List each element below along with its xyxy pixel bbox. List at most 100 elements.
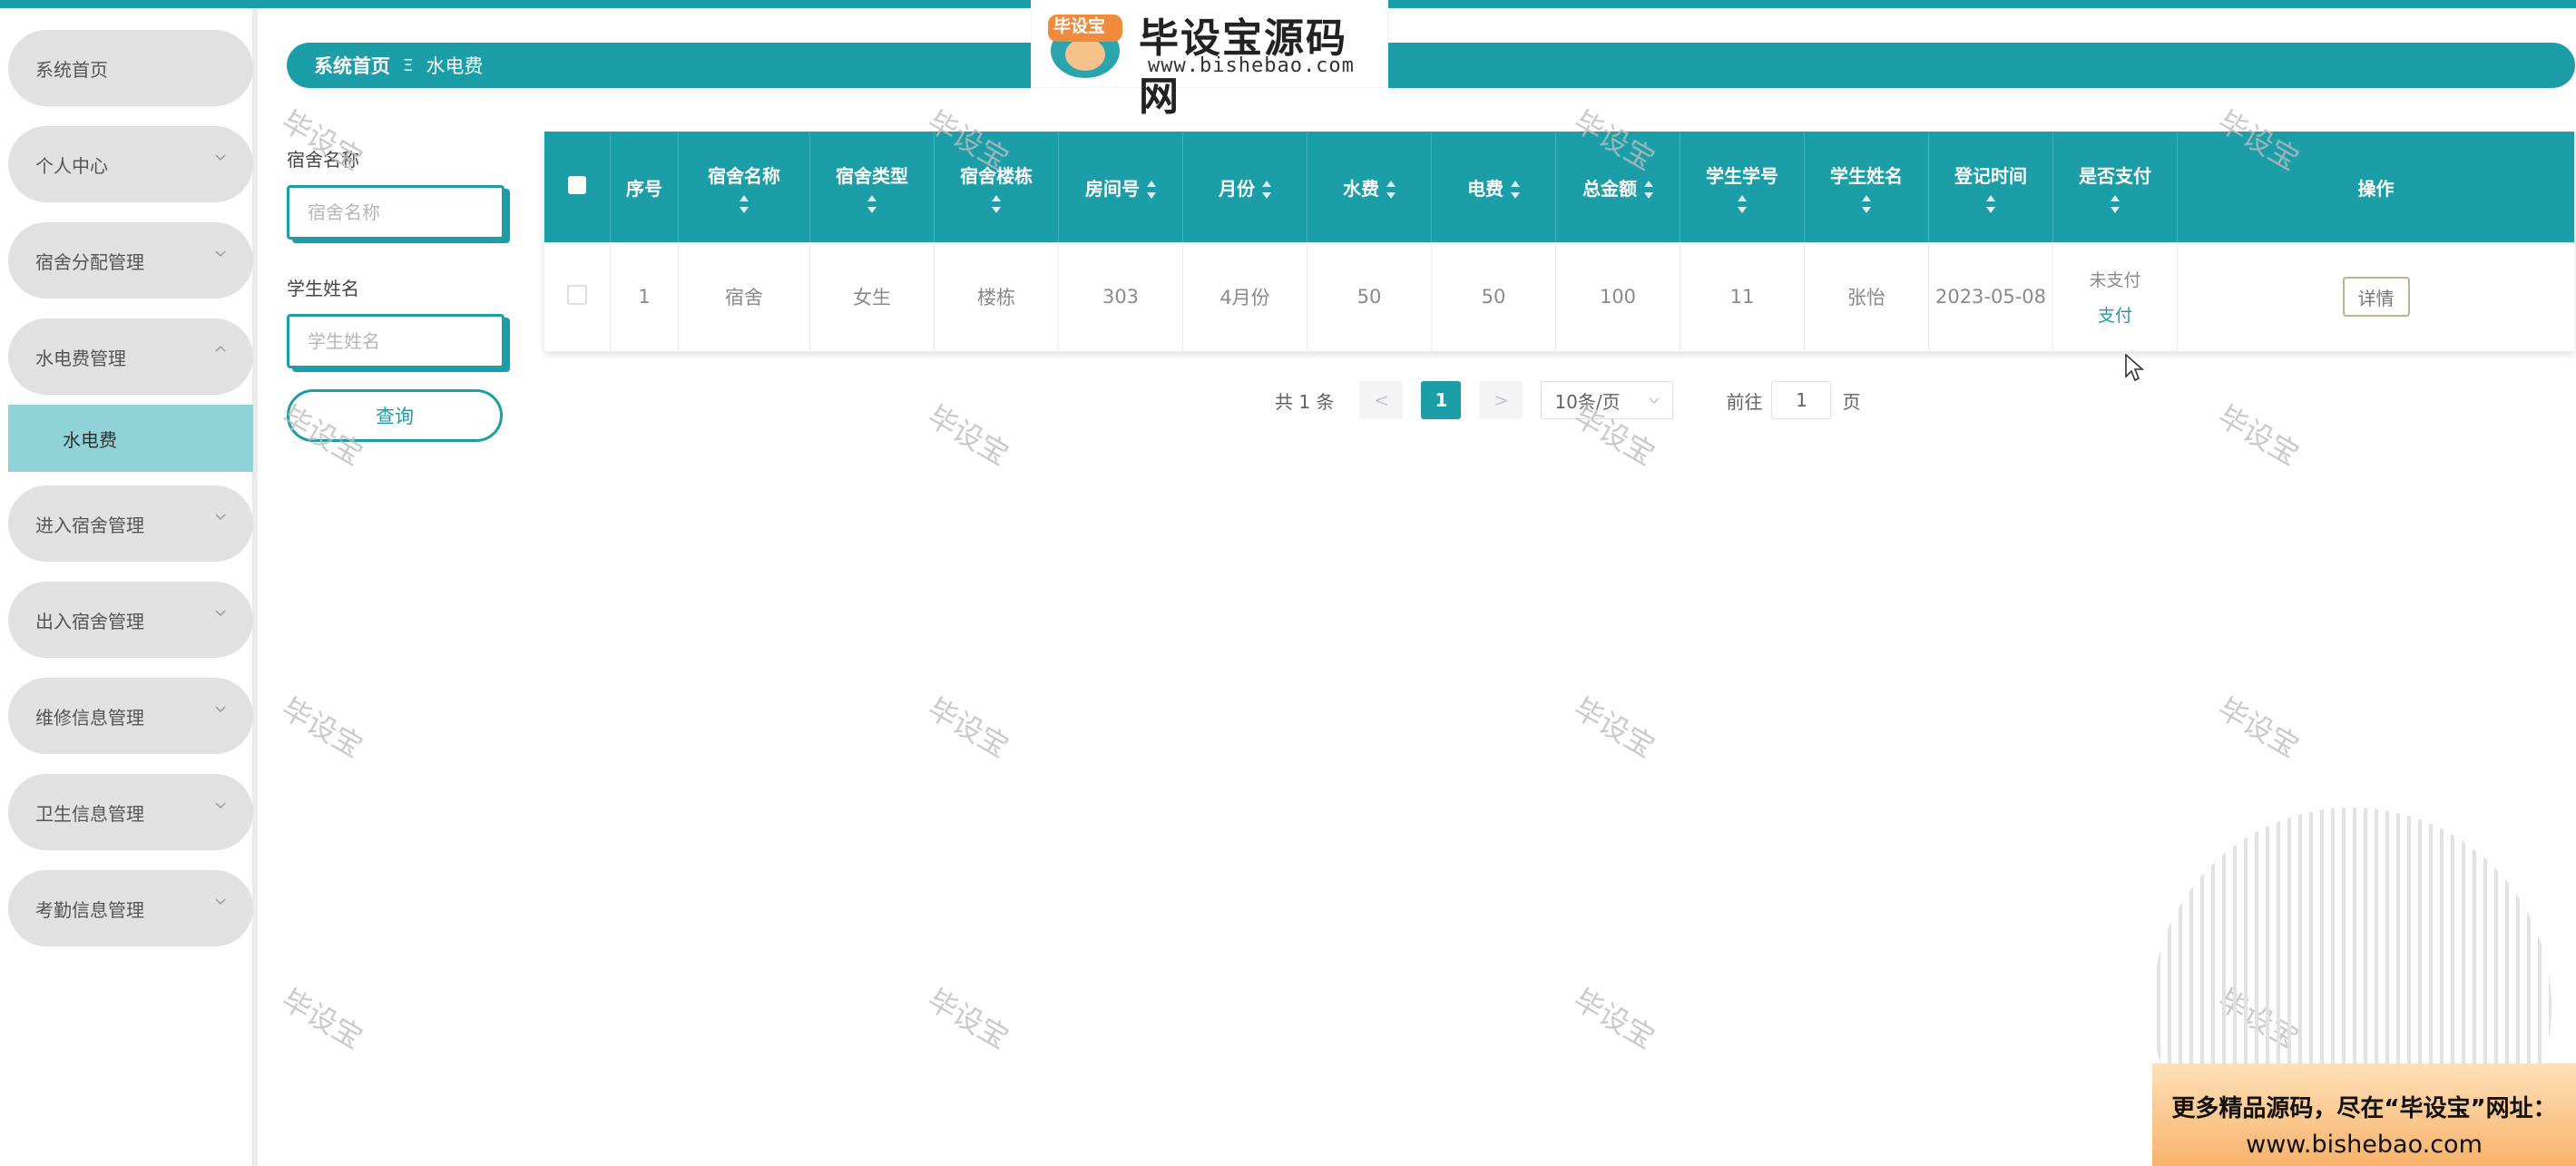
col-index: 序号: [610, 132, 679, 242]
sort-icon[interactable]: [1862, 194, 1871, 213]
sidebar-item-home[interactable]: 系统首页: [8, 30, 253, 106]
cell-student-name: 张怡: [1804, 242, 1929, 352]
chevron-down-icon: [215, 706, 226, 713]
sort-icon[interactable]: [1386, 181, 1396, 199]
cell-reg-time: 2023-05-08: [1928, 242, 2053, 352]
cell-paid: 未支付 支付: [2052, 242, 2178, 352]
promo-banner[interactable]: 更多精品源码，尽在“毕设宝”网址： www.bishebao.com: [2152, 1063, 2576, 1166]
sidebar-item-inout-dorm[interactable]: 出入宿舍管理: [8, 582, 253, 658]
detail-button[interactable]: 详情: [2342, 277, 2410, 317]
watermark-text: 毕设宝: [921, 398, 1015, 473]
watermark-text: 毕设宝: [2211, 398, 2306, 473]
cell-water: 50: [1307, 242, 1432, 352]
logo-url: www.bishebao.com: [1148, 54, 1355, 77]
sidebar-item-label: 卫生信息管理: [35, 802, 144, 825]
promo-line1: 更多精品源码，尽在“毕设宝”网址：: [2171, 1095, 2557, 1122]
col-paid[interactable]: 是否支付: [2052, 132, 2178, 242]
breadcrumb-current: 水电费: [426, 55, 484, 77]
sort-icon[interactable]: [739, 194, 749, 213]
breadcrumb: 系统首页 Ξ 水电费: [287, 43, 2575, 88]
decorative-stripes-icon: [2152, 808, 2552, 1064]
chevron-down-icon: [215, 898, 226, 906]
select-all-checkbox[interactable]: [568, 175, 586, 194]
col-room[interactable]: 房间号: [1058, 132, 1183, 242]
chevron-down-icon: [215, 250, 226, 258]
chevron-up-icon: [215, 345, 226, 352]
sidebar-item-hygiene[interactable]: 卫生信息管理: [8, 774, 253, 850]
sidebar-subitem-utility-fee[interactable]: 水电费: [8, 405, 253, 472]
sort-icon[interactable]: [1262, 181, 1271, 199]
watermark-text: 毕设宝: [921, 691, 1015, 765]
sidebar-item-profile[interactable]: 个人中心: [8, 126, 253, 202]
col-water[interactable]: 水费: [1307, 132, 1432, 242]
chevron-down-icon: [215, 610, 226, 617]
student-name-input[interactable]: [287, 314, 504, 368]
paid-status: 未支付: [2089, 270, 2141, 290]
breadcrumb-home[interactable]: 系统首页: [314, 52, 390, 79]
watermark-text: 毕设宝: [1567, 691, 1661, 765]
sort-icon[interactable]: [1511, 181, 1520, 199]
header-label: 宿舍名称: [708, 164, 780, 187]
cell-student-id: 11: [1680, 242, 1805, 352]
cell-actions: 详情: [2177, 242, 2574, 352]
col-month[interactable]: 月份: [1182, 132, 1308, 242]
goto-page-input[interactable]: [1771, 381, 1832, 419]
sort-icon[interactable]: [867, 194, 877, 213]
watermark-text: 毕设宝: [2211, 691, 2306, 765]
sidebar-item-label: 个人中心: [35, 154, 108, 177]
sort-icon[interactable]: [2111, 194, 2120, 213]
cell-room: 303: [1058, 242, 1183, 352]
watermark-text: 毕设宝: [1567, 982, 1661, 1056]
header-label: 学生姓名: [1830, 164, 1903, 187]
sort-icon[interactable]: [1147, 181, 1156, 199]
cell-building: 楼栋: [934, 242, 1059, 352]
col-student-name[interactable]: 学生姓名: [1804, 132, 1929, 242]
next-page-button[interactable]: >: [1479, 381, 1523, 419]
logo-badge-text: 毕设宝: [1053, 16, 1106, 36]
pay-link[interactable]: 支付: [2059, 302, 2171, 327]
pagination-total: 共 1 条: [1275, 390, 1335, 413]
prev-page-button[interactable]: <: [1359, 381, 1404, 419]
sort-icon[interactable]: [1986, 194, 1995, 213]
header-label: 序号: [626, 177, 662, 200]
sidebar-item-utility[interactable]: 水电费管理: [8, 318, 253, 395]
col-reg-time[interactable]: 登记时间: [1928, 132, 2053, 242]
sort-icon[interactable]: [992, 194, 1001, 213]
header-label: 学生学号: [1706, 164, 1778, 187]
header-label: 登记时间: [1954, 164, 2027, 187]
header-label: 电费: [1467, 177, 1503, 200]
dorm-name-input[interactable]: [287, 185, 504, 240]
sidebar: 系统首页 个人中心 宿舍分配管理 水电费管理 水电费 进入宿舍管理 出入宿舍管理…: [0, 8, 258, 1166]
sort-icon[interactable]: [1644, 181, 1653, 199]
reg-time-text: 2023-05-08: [1934, 286, 2047, 308]
cell-index: 1: [610, 242, 679, 352]
sidebar-item-attendance[interactable]: 考勤信息管理: [8, 870, 253, 946]
page-unit-label: 页: [1842, 390, 1861, 413]
sort-icon[interactable]: [1738, 194, 1747, 213]
watermark-text: 毕设宝: [921, 982, 1015, 1056]
col-electric[interactable]: 电费: [1431, 132, 1556, 242]
pagination: 共 1 条 < 1 > 10条/页 前往 页: [1275, 379, 1860, 421]
site-logo: 毕设宝 毕设宝源码网 www.bishebao.com: [1032, 0, 1387, 120]
sidebar-subitem-label: 水电费: [63, 428, 117, 451]
cell-month: 4月份: [1182, 242, 1308, 352]
sidebar-item-label: 进入宿舍管理: [35, 514, 144, 536]
col-student-id[interactable]: 学生学号: [1680, 132, 1805, 242]
sidebar-item-enter-dorm[interactable]: 进入宿舍管理: [8, 485, 253, 562]
promo-url: www.bishebao.com: [2246, 1131, 2483, 1159]
sidebar-item-dorm-assign[interactable]: 宿舍分配管理: [8, 222, 253, 299]
header-label: 操作: [2357, 177, 2395, 200]
breadcrumb-separator: Ξ: [403, 55, 414, 75]
page-1-button[interactable]: 1: [1421, 381, 1462, 419]
student-name-label: 学生姓名: [287, 278, 359, 299]
col-dorm-type[interactable]: 宿舍类型: [809, 132, 935, 242]
watermark-text: 毕设宝: [275, 691, 369, 765]
header-label: 水费: [1343, 177, 1379, 200]
sidebar-item-repair[interactable]: 维修信息管理: [8, 678, 253, 754]
sidebar-item-label: 考勤信息管理: [35, 898, 144, 921]
header-label: 房间号: [1085, 177, 1140, 200]
chevron-down-icon: [1649, 397, 1660, 405]
cell-dorm-name: 宿舍: [678, 242, 810, 352]
row-checkbox[interactable]: [567, 284, 587, 305]
col-dorm-name[interactable]: 宿舍名称: [678, 132, 810, 242]
